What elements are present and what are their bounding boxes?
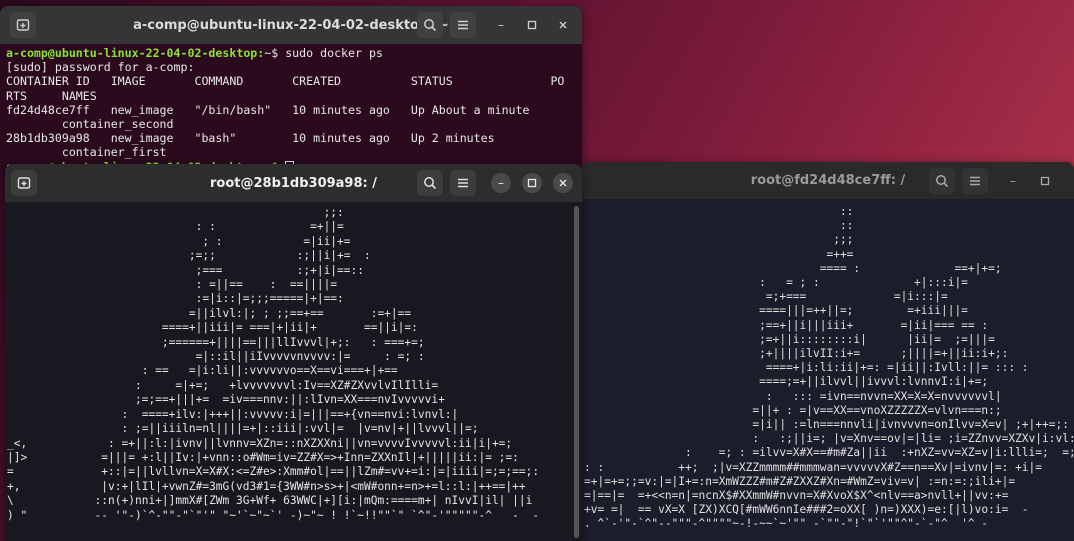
terminal-window-container-second[interactable]: root@fd24d48ce7ff: / – :: :: ;;; =++= ==… <box>582 162 1074 541</box>
minimize-icon: – <box>498 18 504 32</box>
search-icon <box>424 19 437 32</box>
output-line: [sudo] password for a-comp: <box>6 60 195 75</box>
titlebar[interactable]: root@28b1db309a98: / – <box>5 164 582 202</box>
table-header-wrap: RTS NAMES <box>6 88 97 103</box>
ascii-art-output[interactable]: :: :: ;;; =++= ==== : ==+|+=;: = ;: +|… <box>582 199 1074 538</box>
table-row: 28b1db309a98 new_image "bash" 10 minutes… <box>6 131 495 146</box>
search-button[interactable] <box>417 12 443 38</box>
new-tab-icon <box>17 177 31 189</box>
terminal-output[interactable]: a-comp@ubuntu-linux-22-04-02-desktop:~$ … <box>0 44 582 171</box>
new-tab-button[interactable] <box>11 170 37 196</box>
menu-button[interactable] <box>962 168 988 194</box>
maximize-button[interactable] <box>1035 171 1055 191</box>
titlebar[interactable]: a-comp@ubuntu-linux-22-04-02-desktop: ~ … <box>0 6 582 44</box>
table-header: CONTAINER ID IMAGE COMMAND CREATED STATU… <box>6 74 565 89</box>
menu-button[interactable] <box>450 12 476 38</box>
ascii-art-output[interactable]: ;;: : : =+||= ; : =|ii|+= ;=;; :;||i|+= … <box>5 202 582 527</box>
close-icon <box>559 179 567 187</box>
minimize-button[interactable]: – <box>491 173 511 193</box>
scrollbar[interactable] <box>574 206 579 538</box>
search-button[interactable] <box>417 170 443 196</box>
search-icon <box>424 177 437 190</box>
window-title: root@fd24d48ce7ff: / <box>750 173 906 188</box>
new-tab-button[interactable] <box>10 12 36 38</box>
search-icon <box>936 175 949 188</box>
table-row: fd24d48ce7ff new_image "/bin/bash" 10 mi… <box>6 102 530 117</box>
titlebar[interactable]: root@fd24d48ce7ff: / – <box>582 162 1074 199</box>
close-button[interactable] <box>553 15 573 35</box>
close-icon <box>559 21 567 29</box>
new-tab-icon <box>16 19 30 31</box>
minimize-icon: – <box>498 176 504 190</box>
command: ~$ sudo docker ps <box>264 46 383 60</box>
maximize-button[interactable] <box>522 173 542 193</box>
hamburger-icon <box>458 178 468 188</box>
maximize-icon <box>527 178 537 188</box>
prompt: a-comp@ubuntu-linux-22-04-02-desktop: <box>6 46 265 60</box>
minimize-button[interactable]: – <box>1003 171 1023 191</box>
maximize-button[interactable] <box>522 15 542 35</box>
minimize-button[interactable]: – <box>491 15 511 35</box>
table-row-wrap: container_first <box>6 145 167 160</box>
terminal-window-host[interactable]: a-comp@ubuntu-linux-22-04-02-desktop: ~ … <box>0 6 582 171</box>
hamburger-icon <box>458 20 468 30</box>
minimize-icon: – <box>1010 174 1016 188</box>
menu-button[interactable] <box>450 170 476 196</box>
maximize-icon <box>527 20 537 30</box>
terminal-window-container-first[interactable]: root@28b1db309a98: / – ;;: : : =+||= ;:… <box>5 164 582 541</box>
hamburger-icon <box>970 176 980 186</box>
close-button[interactable] <box>553 173 573 193</box>
maximize-icon <box>1040 176 1050 186</box>
search-button[interactable] <box>929 168 955 194</box>
table-row-wrap: container_second <box>6 117 174 132</box>
